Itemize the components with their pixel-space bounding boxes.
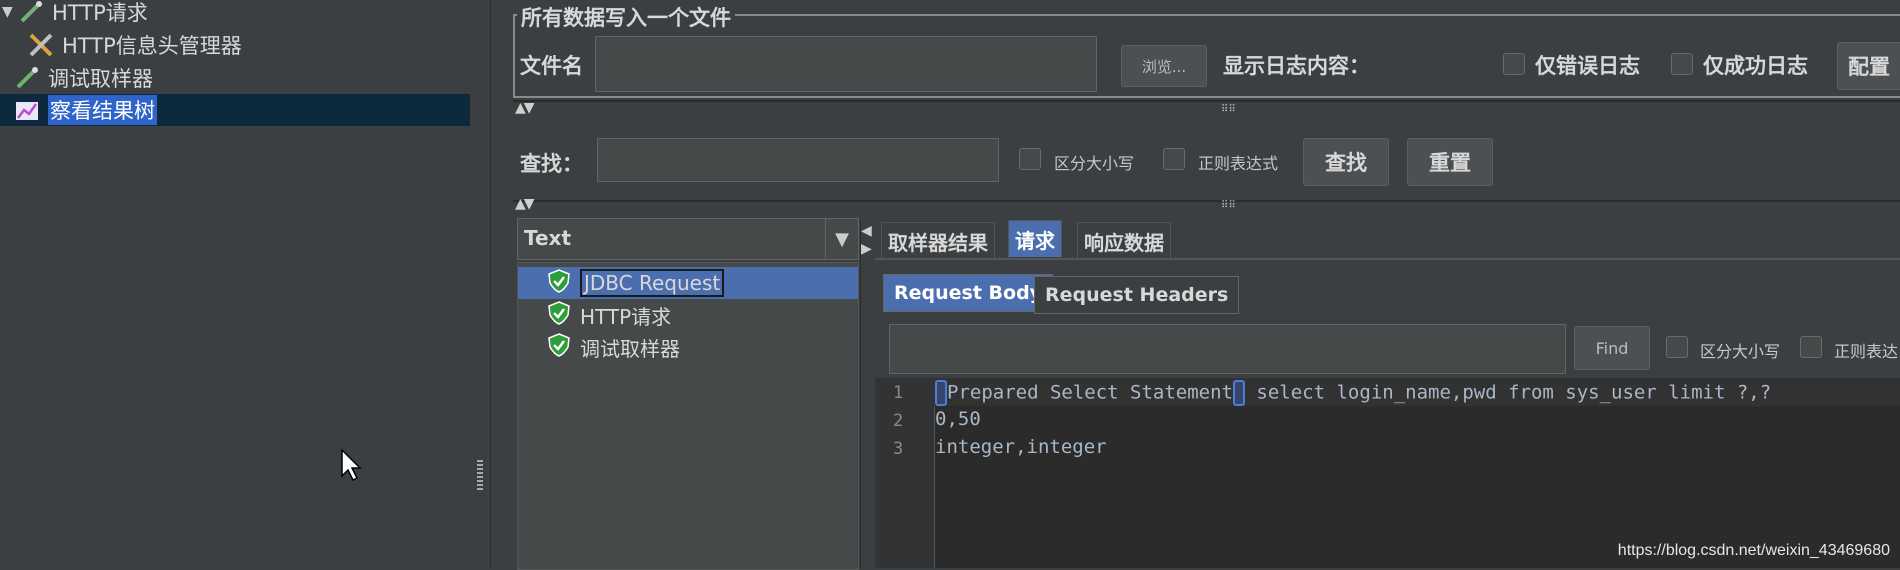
body-regex-checkbox[interactable] [1800,336,1822,358]
tab-request-headers[interactable]: Request Headers [1034,276,1240,314]
expand-arrow-icon[interactable]: ▼ [2,4,16,20]
file-output-title: 所有数据写入一个文件 [517,2,735,32]
filename-label: 文件名 [520,54,583,78]
collapse-arrows-icon[interactable]: ▲▼ [515,100,534,116]
pipette-icon [12,64,42,92]
tree-item-debug-sampler[interactable]: 调试取样器 [12,62,153,94]
success-shield-icon [548,332,570,362]
case-sensitive-label: 区分大小写 [1054,154,1135,173]
reset-button[interactable]: 重置 [1407,138,1493,186]
mouse-cursor-icon [340,448,362,487]
body-case-sensitive-label: 区分大小写 [1700,342,1781,361]
bracket-match-icon [935,380,947,406]
line-number-gutter [875,378,935,568]
pipette-icon [16,0,46,26]
browse-button[interactable]: 浏览... [1121,45,1207,87]
tree-item-http-request[interactable]: ▼ HTTP请求 [0,0,470,28]
errors-only-label: 仅错误日志 [1535,54,1640,78]
renderer-select[interactable]: Text ▼ [517,218,859,260]
errors-only-checkbox[interactable] [1503,53,1525,75]
search-label: 查找： [520,152,583,176]
line-number: 1 [893,383,904,403]
case-sensitive-checkbox[interactable] [1019,148,1041,170]
tree-item-view-results-tree[interactable]: 察看结果树 [0,94,470,126]
chevron-down-icon[interactable]: ▼ [825,219,858,259]
chart-icon [12,96,42,124]
collapse-arrows-icon[interactable]: ▲▼ [515,196,534,212]
success-shield-icon [548,268,570,298]
tab-response-data[interactable]: 响应数据 [1077,222,1171,259]
expand-arrows-icon[interactable]: ◀ ▶ [861,222,872,258]
filename-input[interactable] [595,36,1097,92]
line-number: 3 [893,439,904,459]
body-case-sensitive-checkbox[interactable] [1666,336,1688,358]
tree-item-header-manager[interactable]: HTTP信息头管理器 [26,29,242,61]
splitter-grip-icon[interactable] [477,460,483,490]
bracket-match-icon [1232,380,1245,406]
test-plan-tree: ▼ HTTP请求 HTTP信息头管理器 调试取样器 察看结果树 [0,0,471,568]
drag-handle-icon[interactable]: ⠿⠿ [1221,104,1236,115]
result-item-jdbc-request[interactable]: JDBC Request [518,267,858,299]
success-shield-icon [548,300,570,330]
request-body-editor[interactable]: 1 2 3 Prepared Select Statement select l… [875,378,1900,568]
drag-handle-icon[interactable]: ⠿⠿ [1221,200,1236,211]
config-button[interactable]: 配置 [1837,42,1900,90]
code-line-2: 0,50 [935,408,981,430]
tab-sampler-result[interactable]: 取样器结果 [881,222,995,259]
results-list: JDBC Request HTTP请求 调试取样器 [517,262,859,570]
tools-icon [26,31,56,59]
detail-splitter[interactable]: ◀ ▶ [860,220,873,568]
panel-splitter[interactable] [470,0,491,568]
divider [513,200,1900,202]
search-button[interactable]: 查找 [1303,138,1389,186]
code-line-1: Prepared Select Statement select login_n… [935,380,1771,406]
regex-label: 正则表达式 [1198,154,1279,173]
result-item-debug-sampler[interactable]: 调试取样器 [518,331,858,363]
tab-divider [875,258,1900,260]
divider [513,100,1900,102]
tab-request[interactable]: 请求 [1008,220,1062,257]
regex-checkbox[interactable] [1163,148,1185,170]
code-line-3: integer,integer [935,436,1107,458]
find-button[interactable]: Find [1574,326,1650,370]
search-input[interactable] [597,138,999,182]
success-only-label: 仅成功日志 [1703,54,1808,78]
result-item-http-request[interactable]: HTTP请求 [518,299,858,331]
line-number: 2 [893,411,904,431]
tab-request-body[interactable]: Request Body [883,274,1054,312]
success-only-checkbox[interactable] [1671,53,1693,75]
log-content-label: 显示日志内容： [1223,54,1370,78]
watermark-text: https://blog.csdn.net/weixin_43469680 [1617,542,1890,559]
body-regex-label: 正则表达 [1834,342,1899,361]
body-search-input[interactable] [889,324,1566,374]
